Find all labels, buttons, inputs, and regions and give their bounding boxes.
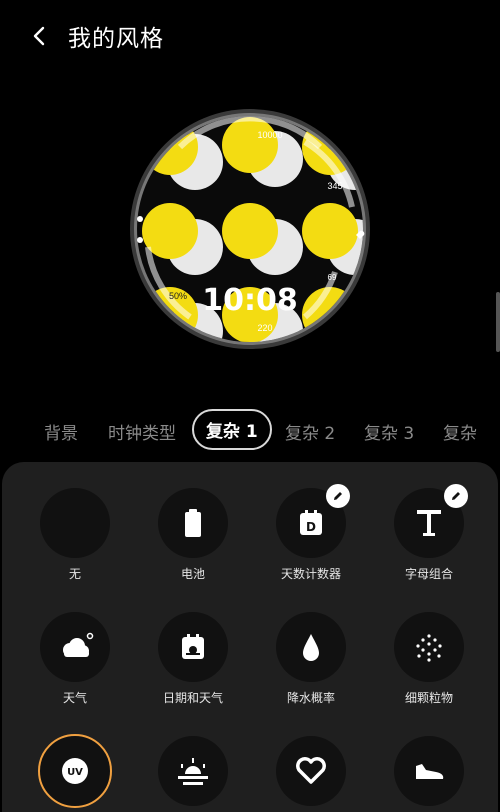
option-fine-dust[interactable]: 细颗粒物 [370,612,490,722]
date-weather-icon [182,634,204,659]
option-precipitation[interactable]: 降水概率 [252,612,372,722]
monogram-icon [417,510,441,536]
edit-pencil-icon[interactable] [444,484,468,508]
option-label: 天气 [62,691,87,705]
option-sunrise[interactable] [134,736,254,812]
page-title: 我的风格 [68,26,164,52]
scrollbar[interactable] [496,292,500,352]
option-heart-rate[interactable] [252,736,372,812]
option-label: 电池 [180,567,205,581]
watch-right-value: 69 [328,273,337,282]
heart-icon [296,757,326,784]
watch-bottom-value: 220 [257,323,272,333]
tab-complication-2[interactable]: 复杂 2 [285,419,335,444]
tab-clock-type[interactable]: 时钟类型 [108,419,176,444]
option-none[interactable]: 无 [16,488,136,598]
svg-text:UV: UV [67,767,83,778]
option-battery[interactable]: 电池 [134,488,254,598]
watch-side-icon [137,216,143,222]
tab-complication-3[interactable]: 复杂 3 [364,419,414,444]
edit-pencil-icon[interactable] [326,484,350,508]
complication-options-panel: 无 电池 D 天数计数器 字母组合 天气 日期和天气 降水概率 细颗粒物 UV [2,462,498,812]
option-label: 无 [68,567,81,581]
option-steps[interactable] [370,736,490,812]
option-label: 降水概率 [286,691,335,705]
option-label: 日期和天气 [162,691,223,705]
watch-steps-top: 10000 [257,130,282,140]
complication-tabs: 背景 时钟类型 复杂 1 复杂 2 复杂 3 复杂 [0,405,500,455]
tab-complication-1[interactable]: 复杂 1 [192,409,272,450]
option-label: 细颗粒物 [404,691,453,705]
raindrop-icon [303,634,319,661]
watch-preview: 10000 345 50% 220 69 10:08 [130,107,370,352]
sunrise-icon [178,758,208,785]
shoe-icon [416,764,444,779]
watch-battery: 50% [169,291,187,301]
watch-time: 10:08 [202,283,298,318]
header: 我的风格 [0,0,500,72]
option-label: 天数计数器 [280,567,341,581]
weather-icon [63,632,94,657]
battery-icon [185,509,201,537]
watch-steps-right: 345 [327,181,342,191]
watch-side-icon [137,237,143,243]
day-counter-icon: D [300,510,322,535]
svg-text:D: D [306,520,316,534]
uv-icon: UV [62,758,88,784]
fine-dust-icon [416,634,442,662]
empty-icon [40,488,110,558]
tab-background[interactable]: 背景 [44,419,78,444]
option-monogram[interactable]: 字母组合 [370,484,490,598]
tab-complication-4[interactable]: 复杂 [443,419,477,444]
back-arrow-icon[interactable] [26,22,54,50]
option-weather[interactable]: 天气 [16,612,136,722]
option-day-counter[interactable]: D 天数计数器 [252,484,372,598]
option-label: 字母组合 [404,567,453,581]
option-date-weather[interactable]: 日期和天气 [134,612,254,722]
option-uv[interactable]: UV [16,734,136,812]
